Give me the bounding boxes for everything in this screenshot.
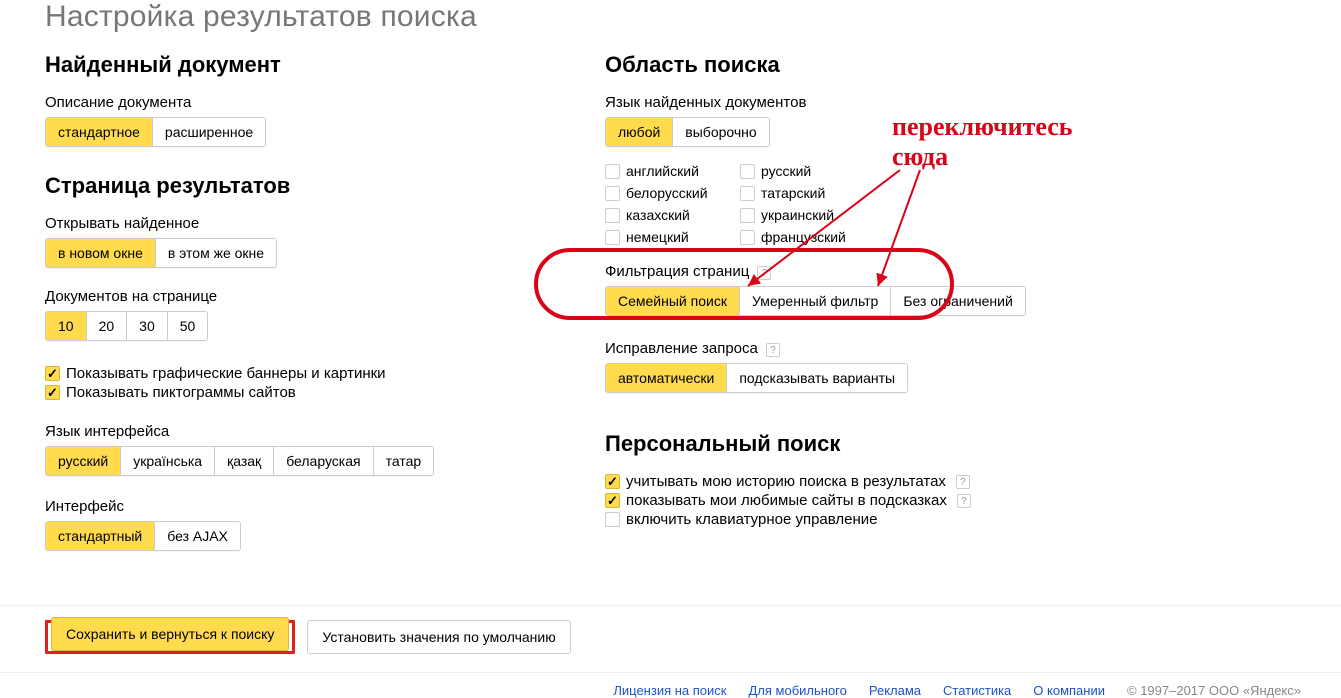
opt-desc-standard[interactable]: стандартное — [46, 118, 153, 146]
checkbox-lang-de[interactable] — [605, 230, 620, 245]
opt-correction-auto[interactable]: автоматически — [606, 364, 727, 392]
seg-doc-language: любой выборочно — [605, 117, 770, 147]
label-show-banners: Показывать графические баннеры и картинк… — [66, 365, 386, 382]
footer: Лицензия на поиск Для мобильного Реклама… — [45, 673, 1341, 698]
footer-link-stats[interactable]: Статистика — [943, 683, 1011, 698]
seg-open-found: в новом окне в этом же окне — [45, 238, 277, 268]
label-lang-be: белорусский — [626, 185, 708, 201]
opt-open-samewindow[interactable]: в этом же окне — [156, 239, 276, 267]
opt-iflang-be[interactable]: беларуская — [274, 447, 373, 475]
label-fav-sites: показывать мои любимые сайты в подсказка… — [626, 492, 947, 509]
seg-interface: стандартный без AJAX — [45, 521, 241, 551]
opt-iflang-tt[interactable]: татар — [374, 447, 434, 475]
opt-iflang-kk[interactable]: қазақ — [215, 447, 274, 475]
label-lang-ru: русский — [761, 163, 811, 179]
checkbox-lang-tt[interactable] — [740, 186, 755, 201]
checkbox-fav-sites[interactable] — [605, 493, 620, 508]
checkbox-show-banners[interactable] — [45, 366, 60, 381]
seg-per-page: 10 20 30 50 — [45, 311, 208, 341]
footer-link-mobile[interactable]: Для мобильного — [748, 683, 846, 698]
label-lang-de: немецкий — [626, 229, 689, 245]
label-show-favicons: Показывать пиктограммы сайтов — [66, 384, 296, 401]
label-lang-uk: украинский — [761, 207, 834, 223]
defaults-button[interactable]: Установить значения по умолчанию — [307, 620, 570, 654]
label-doc-language: Язык найденных документов — [605, 94, 1105, 111]
opt-iflang-uk[interactable]: українська — [121, 447, 215, 475]
opt-iflang-ru[interactable]: русский — [46, 447, 121, 475]
opt-iface-noajax[interactable]: без AJAX — [155, 522, 240, 550]
section-found-document: Найденный документ — [45, 52, 545, 78]
opt-iface-standard[interactable]: стандартный — [46, 522, 155, 550]
checkbox-lang-kk[interactable] — [605, 208, 620, 223]
label-query-correction: Исправление запроса ? — [605, 340, 1105, 357]
checkbox-lang-ru[interactable] — [740, 164, 755, 179]
label-history: учитывать мою историю поиска в результат… — [626, 473, 946, 490]
footer-link-about[interactable]: О компании — [1033, 683, 1105, 698]
opt-perpage-50[interactable]: 50 — [168, 312, 208, 340]
label-lang-fr: французский — [761, 229, 846, 245]
checkbox-lang-en[interactable] — [605, 164, 620, 179]
seg-query-correction: автоматически подсказывать варианты — [605, 363, 908, 393]
label-page-filter: Фильтрация страниц ? — [605, 263, 1105, 280]
label-interface: Интерфейс — [45, 498, 545, 515]
seg-doc-description: стандартное расширенное — [45, 117, 266, 147]
help-icon[interactable]: ? — [757, 266, 771, 280]
opt-doclang-any[interactable]: любой — [606, 118, 673, 146]
help-icon[interactable]: ? — [956, 475, 970, 489]
language-checkbox-grid: английский русский белорусский татарский… — [605, 163, 1105, 245]
opt-filter-family[interactable]: Семейный поиск — [606, 287, 740, 315]
opt-desc-extended[interactable]: расширенное — [153, 118, 265, 146]
label-iface-lang: Язык интерфейса — [45, 423, 545, 440]
checkbox-history[interactable] — [605, 474, 620, 489]
help-icon[interactable]: ? — [766, 343, 780, 357]
footer-link-license[interactable]: Лицензия на поиск — [613, 683, 726, 698]
section-results-page: Страница результатов — [45, 173, 545, 199]
checkbox-lang-fr[interactable] — [740, 230, 755, 245]
label-open-found: Открывать найденное — [45, 215, 545, 232]
save-button[interactable]: Сохранить и вернуться к поиску — [51, 617, 289, 651]
checkbox-lang-uk[interactable] — [740, 208, 755, 223]
opt-correction-suggest[interactable]: подсказывать варианты — [727, 364, 907, 392]
section-personal-search: Персональный поиск — [605, 431, 1105, 457]
checkbox-show-favicons[interactable] — [45, 385, 60, 400]
opt-doclang-select[interactable]: выборочно — [673, 118, 768, 146]
seg-iface-lang: русский українська қазақ беларуская тата… — [45, 446, 434, 476]
help-icon[interactable]: ? — [957, 494, 971, 508]
label-lang-tt: татарский — [761, 185, 825, 201]
label-per-page: Документов на странице — [45, 288, 545, 305]
checkbox-keyboard[interactable] — [605, 512, 620, 527]
checkbox-lang-be[interactable] — [605, 186, 620, 201]
annotation-save-highlight: Сохранить и вернуться к поиску — [45, 620, 295, 654]
label-keyboard: включить клавиатурное управление — [626, 511, 877, 528]
label-lang-en: английский — [626, 163, 699, 179]
footer-link-ads[interactable]: Реклама — [869, 683, 921, 698]
opt-open-newwindow[interactable]: в новом окне — [46, 239, 156, 267]
section-search-area: Область поиска — [605, 52, 1105, 78]
opt-perpage-30[interactable]: 30 — [127, 312, 168, 340]
opt-filter-none[interactable]: Без ограничений — [891, 287, 1024, 315]
opt-perpage-10[interactable]: 10 — [46, 312, 87, 340]
label-doc-description: Описание документа — [45, 94, 545, 111]
page-title: Настройка результатов поиска — [45, 0, 1341, 34]
seg-page-filter: Семейный поиск Умеренный фильтр Без огра… — [605, 286, 1026, 316]
footer-copyright: © 1997–2017 ООО «Яндекс» — [1127, 683, 1301, 698]
opt-filter-moderate[interactable]: Умеренный фильтр — [740, 287, 891, 315]
opt-perpage-20[interactable]: 20 — [87, 312, 128, 340]
label-lang-kk: казахский — [626, 207, 690, 223]
